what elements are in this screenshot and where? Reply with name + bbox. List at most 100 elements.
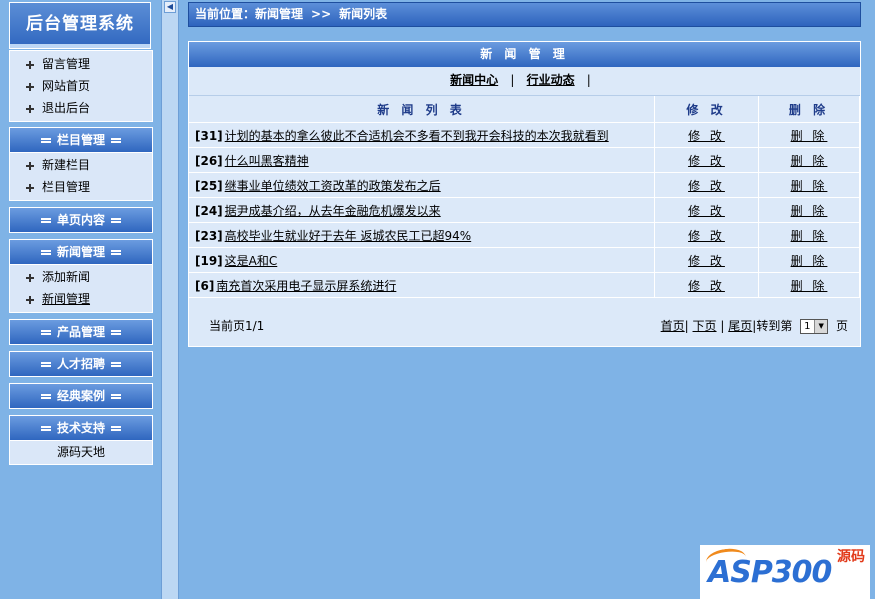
delete-link[interactable]: 删 除 xyxy=(791,254,828,268)
page-select-value: 1 xyxy=(804,321,811,332)
first-page-link[interactable]: 首页 xyxy=(661,319,685,333)
delete-link[interactable]: 删 除 xyxy=(791,179,828,193)
news-panel: 新 闻 管 理 新闻中心 | 行业动态 | 新 闻 列 表 修 改 删 除 [3… xyxy=(188,41,861,347)
delete-link[interactable]: 删 除 xyxy=(791,154,828,168)
delete-cell: 删 除 xyxy=(758,172,860,198)
section-support: 技术支持 源码天地 xyxy=(9,415,153,465)
page-select[interactable]: 1 ▼ xyxy=(800,319,829,334)
delete-link[interactable]: 删 除 xyxy=(791,204,828,218)
table-row: [31] 计划的基本的拿么彼此不合适机会不多看不到我开会科技的本次我就看到 修 改… xyxy=(189,122,860,148)
news-title-cell: [19] 这是A和C xyxy=(189,247,655,273)
menu-label: 留言管理 xyxy=(42,57,91,71)
news-table: 新 闻 列 表 修 改 删 除 [31] 计划的基本的拿么彼此不合适机会不多看不到… xyxy=(189,96,860,298)
sidebar: 后台管理系统 留言管理 网站首页 退出后台 栏目管理 新建栏目 栏目管理 单页内… xyxy=(0,0,160,599)
news-title-link[interactable]: 计划的基本的拿么彼此不合适机会不多看不到我开会科技的本次我就看到 xyxy=(225,129,609,143)
section-product: 产品管理 xyxy=(9,319,153,345)
section-title: 产品管理 xyxy=(56,325,105,339)
category-tabs: 新闻中心 | 行业动态 | xyxy=(189,67,860,96)
news-title-cell: [26] 什么叫黑客精神 xyxy=(189,147,655,173)
bar-icon xyxy=(40,426,51,431)
edit-cell: 修 改 xyxy=(654,172,759,198)
edit-link[interactable]: 修 改 xyxy=(688,129,725,143)
news-title-link[interactable]: 继事业单位绩效工资改革的政策发布之后 xyxy=(225,179,441,193)
col-header-title: 新 闻 列 表 xyxy=(189,96,655,123)
section-header-cases[interactable]: 经典案例 xyxy=(10,384,152,409)
logo-brand: ASP300 xyxy=(708,555,832,590)
news-title-link[interactable]: 什么叫黑客精神 xyxy=(225,154,309,168)
edit-link[interactable]: 修 改 xyxy=(688,279,725,293)
sidebar-item-logout[interactable]: 退出后台 xyxy=(10,97,152,119)
col-header-delete: 删 除 xyxy=(758,96,860,123)
delete-link[interactable]: 删 除 xyxy=(791,129,828,143)
edit-cell: 修 改 xyxy=(654,272,759,298)
asp300-logo: ASP300 源码 xyxy=(700,545,870,599)
bullet-icon xyxy=(26,183,34,192)
edit-link[interactable]: 修 改 xyxy=(688,229,725,243)
bar-icon xyxy=(40,250,51,255)
edit-link[interactable]: 修 改 xyxy=(688,179,725,193)
news-id: [25] xyxy=(195,178,223,193)
bullet-icon xyxy=(26,161,34,170)
section-header-column[interactable]: 栏目管理 xyxy=(10,128,152,153)
edit-link[interactable]: 修 改 xyxy=(688,204,725,218)
news-title-link[interactable]: 高校毕业生就业好于去年 返城农民工已超94% xyxy=(225,229,472,243)
news-title-cell: [24] 据尹成基介绍，从去年金融危机爆发以来 xyxy=(189,197,655,223)
bar-icon xyxy=(111,218,121,223)
bar-icon xyxy=(111,138,121,143)
category-divider: | xyxy=(510,73,515,87)
section-header-recruit[interactable]: 人才招聘 xyxy=(10,352,152,377)
edit-link[interactable]: 修 改 xyxy=(688,154,725,168)
section-header-single-page[interactable]: 单页内容 xyxy=(10,208,152,233)
news-title-link[interactable]: 据尹成基介绍，从去年金融危机爆发以来 xyxy=(225,204,441,218)
edit-link[interactable]: 修 改 xyxy=(688,254,725,268)
bar-icon xyxy=(111,426,121,431)
news-title-cell: [6] 南充首次采用电子显示屏系统进行 xyxy=(189,272,655,298)
category-divider: | xyxy=(586,73,591,87)
edit-cell: 修 改 xyxy=(654,197,759,223)
delete-cell: 删 除 xyxy=(758,272,860,298)
frame-splitter[interactable]: ◀ xyxy=(161,0,179,599)
sidebar-item-new-column[interactable]: 新建栏目 xyxy=(10,154,152,176)
sidebar-item-home[interactable]: 网站首页 xyxy=(10,75,152,97)
table-row: [26] 什么叫黑客精神 修 改 删 除 xyxy=(189,147,860,173)
section-header-news[interactable]: 新闻管理 xyxy=(10,240,152,265)
bullet-icon xyxy=(26,295,34,304)
bullet-icon xyxy=(26,60,34,69)
sidebar-item-guestbook[interactable]: 留言管理 xyxy=(10,53,152,75)
delete-link[interactable]: 删 除 xyxy=(791,229,828,243)
sidebar-item-add-news[interactable]: 添加新闻 xyxy=(10,266,152,288)
delete-cell: 删 除 xyxy=(758,147,860,173)
menu-label: 退出后台 xyxy=(42,101,91,115)
section-recruit: 人才招聘 xyxy=(9,351,153,377)
menu-label: 新闻管理 xyxy=(42,292,91,306)
section-title: 人才招聘 xyxy=(56,357,105,371)
sidebar-item-column-manage[interactable]: 栏目管理 xyxy=(10,176,152,198)
news-title-link[interactable]: 这是A和C xyxy=(225,254,278,268)
delete-link[interactable]: 删 除 xyxy=(791,279,828,293)
category-news-center[interactable]: 新闻中心 xyxy=(450,73,498,87)
page-suffix: 页 xyxy=(835,319,848,333)
collapse-arrow-icon[interactable]: ◀ xyxy=(164,1,176,13)
news-title-cell: [23] 高校毕业生就业好于去年 返城农民工已超94% xyxy=(189,222,655,248)
main-area: 当前位置：新闻管理 >> 新闻列表 新 闻 管 理 新闻中心 | 行业动态 | 新 … xyxy=(180,0,875,599)
news-id: [6] xyxy=(195,278,215,293)
support-text: 源码天地 xyxy=(56,445,105,459)
title-shine xyxy=(10,44,150,48)
edit-cell: 修 改 xyxy=(654,247,759,273)
chevron-down-icon[interactable]: ▼ xyxy=(814,320,828,333)
section-title: 单页内容 xyxy=(56,213,105,227)
last-page-link[interactable]: 尾页 xyxy=(728,319,752,333)
news-title-link[interactable]: 南充首次采用电子显示屏系统进行 xyxy=(216,279,396,293)
pager-divider: | xyxy=(720,319,725,333)
bar-icon xyxy=(40,218,51,223)
next-page-link[interactable]: 下页 xyxy=(693,319,717,333)
sidebar-item-news-manage[interactable]: 新闻管理 xyxy=(10,288,152,310)
system-title-text: 后台管理系统 xyxy=(26,14,134,34)
pagination: 当前页1/1 首页| 下页 | 尾页|转到第 1 ▼ 页 xyxy=(189,314,860,338)
current-page-indicator: 当前页1/1 xyxy=(209,319,265,333)
breadcrumb: 当前位置：新闻管理 >> 新闻列表 xyxy=(188,2,861,27)
section-header-product[interactable]: 产品管理 xyxy=(10,320,152,345)
section-cases: 经典案例 xyxy=(9,383,153,409)
breadcrumb-current: 新闻列表 xyxy=(339,7,388,21)
category-industry-news[interactable]: 行业动态 xyxy=(527,73,575,87)
